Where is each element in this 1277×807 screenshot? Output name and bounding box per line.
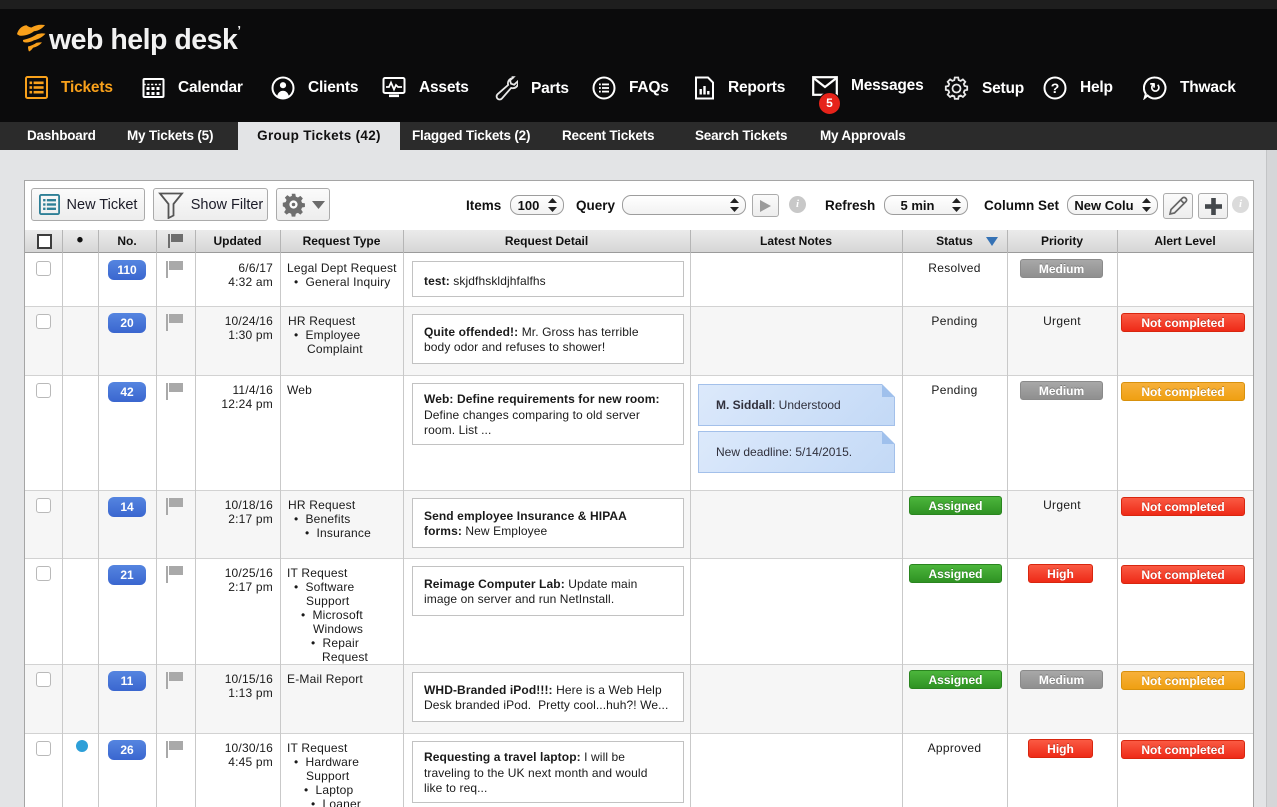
svg-text:?: ? (1051, 80, 1060, 96)
svg-text:↻: ↻ (1150, 81, 1161, 96)
